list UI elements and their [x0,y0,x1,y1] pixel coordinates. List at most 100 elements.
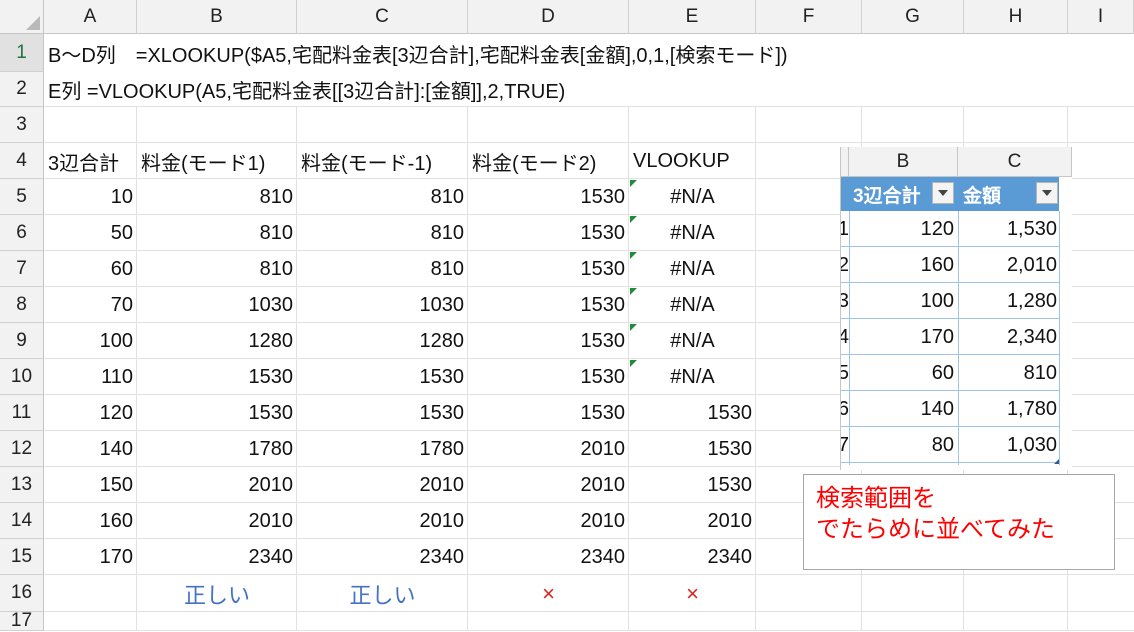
data-cell-a8[interactable]: 70 [44,287,137,323]
header-cell-e[interactable]: VLOOKUP [629,143,756,179]
data-cell-d11[interactable]: 1530 [468,395,629,431]
data-cell-b13[interactable]: 2010 [137,467,297,503]
header-cell-b[interactable]: 料金(モード1) [137,143,297,179]
verdict-cell-d[interactable]: × [468,575,629,612]
data-cell-d5[interactable]: 1530 [468,179,629,215]
data-cell-b15[interactable]: 2340 [137,539,297,575]
data-cell-b5[interactable]: 810 [137,179,297,215]
row-header-11[interactable]: 11 [0,395,44,431]
table-cell-amount[interactable]: 2,010 [958,247,1059,283]
column-header-g[interactable]: G [862,0,964,34]
formula-description-b-d[interactable]: B～D列 =XLOOKUP($A5,宅配料金表[3辺合計],宅配料金表[金額],… [44,34,1134,72]
data-cell-c8[interactable]: 1030 [297,287,468,323]
row-header-13[interactable]: 13 [0,467,44,503]
table-cell-dimension-sum[interactable]: 170 [849,319,958,355]
data-cell-b10[interactable]: 1530 [137,359,297,395]
row-header-6[interactable]: 6 [0,215,44,251]
overlay-column-header-b[interactable]: B [849,147,958,177]
data-cell-c6[interactable]: 810 [297,215,468,251]
data-cell-b14[interactable]: 2010 [137,503,297,539]
row-header-16[interactable]: 16 [0,575,44,612]
formula-description-e[interactable]: E列 =VLOOKUP(A5,宅配料金表[[3辺合計]:[金額]],2,TRUE… [44,72,1134,107]
data-cell-a12[interactable]: 140 [44,431,137,467]
data-cell-b8[interactable]: 1030 [137,287,297,323]
row-header-7[interactable]: 7 [0,251,44,287]
data-cell-e13[interactable]: 1530 [629,467,756,503]
data-cell-e7[interactable]: #N/A [629,251,756,287]
data-cell-a10[interactable]: 110 [44,359,137,395]
data-cell-c13[interactable]: 2010 [297,467,468,503]
row-header-12[interactable]: 12 [0,431,44,467]
overlay-column-header-c[interactable]: C [958,147,1072,177]
table-cell-amount[interactable]: 1,530 [958,211,1059,247]
select-all-corner[interactable] [0,0,44,34]
data-cell-c9[interactable]: 1280 [297,323,468,359]
row-header-8[interactable]: 8 [0,287,44,323]
table-cell-dimension-sum[interactable]: 80 [849,427,958,463]
data-cell-e12[interactable]: 1530 [629,431,756,467]
filter-dropdown-button[interactable] [1036,182,1058,204]
row-header-2[interactable]: 2 [0,72,44,107]
note-callout[interactable]: 検索範囲を でたらめに並べてみた [803,474,1115,570]
row-header-9[interactable]: 9 [0,323,44,359]
data-cell-d7[interactable]: 1530 [468,251,629,287]
data-cell-b11[interactable]: 1530 [137,395,297,431]
data-cell-a5[interactable]: 10 [44,179,137,215]
header-cell-d[interactable]: 料金(モード2) [468,143,629,179]
column-header-d[interactable]: D [468,0,629,34]
data-cell-c10[interactable]: 1530 [297,359,468,395]
table-cell-amount[interactable]: 1,780 [958,391,1059,427]
data-cell-d13[interactable]: 2010 [468,467,629,503]
data-cell-e10[interactable]: #N/A [629,359,756,395]
data-cell-c15[interactable]: 2340 [297,539,468,575]
filter-dropdown-button[interactable] [932,182,954,204]
table-cell-dimension-sum[interactable]: 160 [849,247,958,283]
column-header-f[interactable]: F [756,0,862,34]
column-header-a[interactable]: A [44,0,137,34]
table-cell-dimension-sum[interactable]: 60 [849,355,958,391]
data-cell-d9[interactable]: 1530 [468,323,629,359]
data-cell-c12[interactable]: 1780 [297,431,468,467]
table-cell-amount[interactable]: 810 [958,355,1059,391]
data-cell-e15[interactable]: 2340 [629,539,756,575]
table-cell-amount[interactable]: 1,280 [958,283,1059,319]
row-header-14[interactable]: 14 [0,503,44,539]
data-cell-b6[interactable]: 810 [137,215,297,251]
data-cell-d14[interactable]: 2010 [468,503,629,539]
data-cell-a9[interactable]: 100 [44,323,137,359]
data-cell-d6[interactable]: 1530 [468,215,629,251]
data-cell-a11[interactable]: 120 [44,395,137,431]
data-cell-b9[interactable]: 1280 [137,323,297,359]
table-cell-amount[interactable]: 2,340 [958,319,1059,355]
verdict-cell-b[interactable]: 正しい [137,575,297,612]
column-header-h[interactable]: H [964,0,1068,34]
verdict-cell-c[interactable]: 正しい [297,575,468,612]
row-header-1[interactable]: 1 [0,34,44,72]
row-header-15[interactable]: 15 [0,539,44,575]
table-cell-dimension-sum[interactable]: 140 [849,391,958,427]
data-cell-d15[interactable]: 2340 [468,539,629,575]
data-cell-e8[interactable]: #N/A [629,287,756,323]
table-cell-amount[interactable]: 1,030 [958,427,1059,463]
row-header-10[interactable]: 10 [0,359,44,395]
data-cell-e9[interactable]: #N/A [629,323,756,359]
header-cell-c[interactable]: 料金(モード-1) [297,143,468,179]
data-cell-a6[interactable]: 50 [44,215,137,251]
row-header-3[interactable]: 3 [0,107,44,143]
data-cell-c7[interactable]: 810 [297,251,468,287]
data-cell-e11[interactable]: 1530 [629,395,756,431]
data-cell-a14[interactable]: 160 [44,503,137,539]
data-cell-c5[interactable]: 810 [297,179,468,215]
data-cell-a7[interactable]: 60 [44,251,137,287]
data-cell-b12[interactable]: 1780 [137,431,297,467]
row-header-4[interactable]: 4 [0,143,44,179]
data-cell-c14[interactable]: 2010 [297,503,468,539]
data-cell-d12[interactable]: 2010 [468,431,629,467]
row-header-17[interactable]: 17 [0,610,44,631]
header-cell-a[interactable]: 3辺合計 [44,143,137,179]
data-cell-d10[interactable]: 1530 [468,359,629,395]
column-header-b[interactable]: B [137,0,297,34]
table-cell-dimension-sum[interactable]: 100 [849,283,958,319]
data-cell-a13[interactable]: 150 [44,467,137,503]
data-cell-e5[interactable]: #N/A [629,179,756,215]
